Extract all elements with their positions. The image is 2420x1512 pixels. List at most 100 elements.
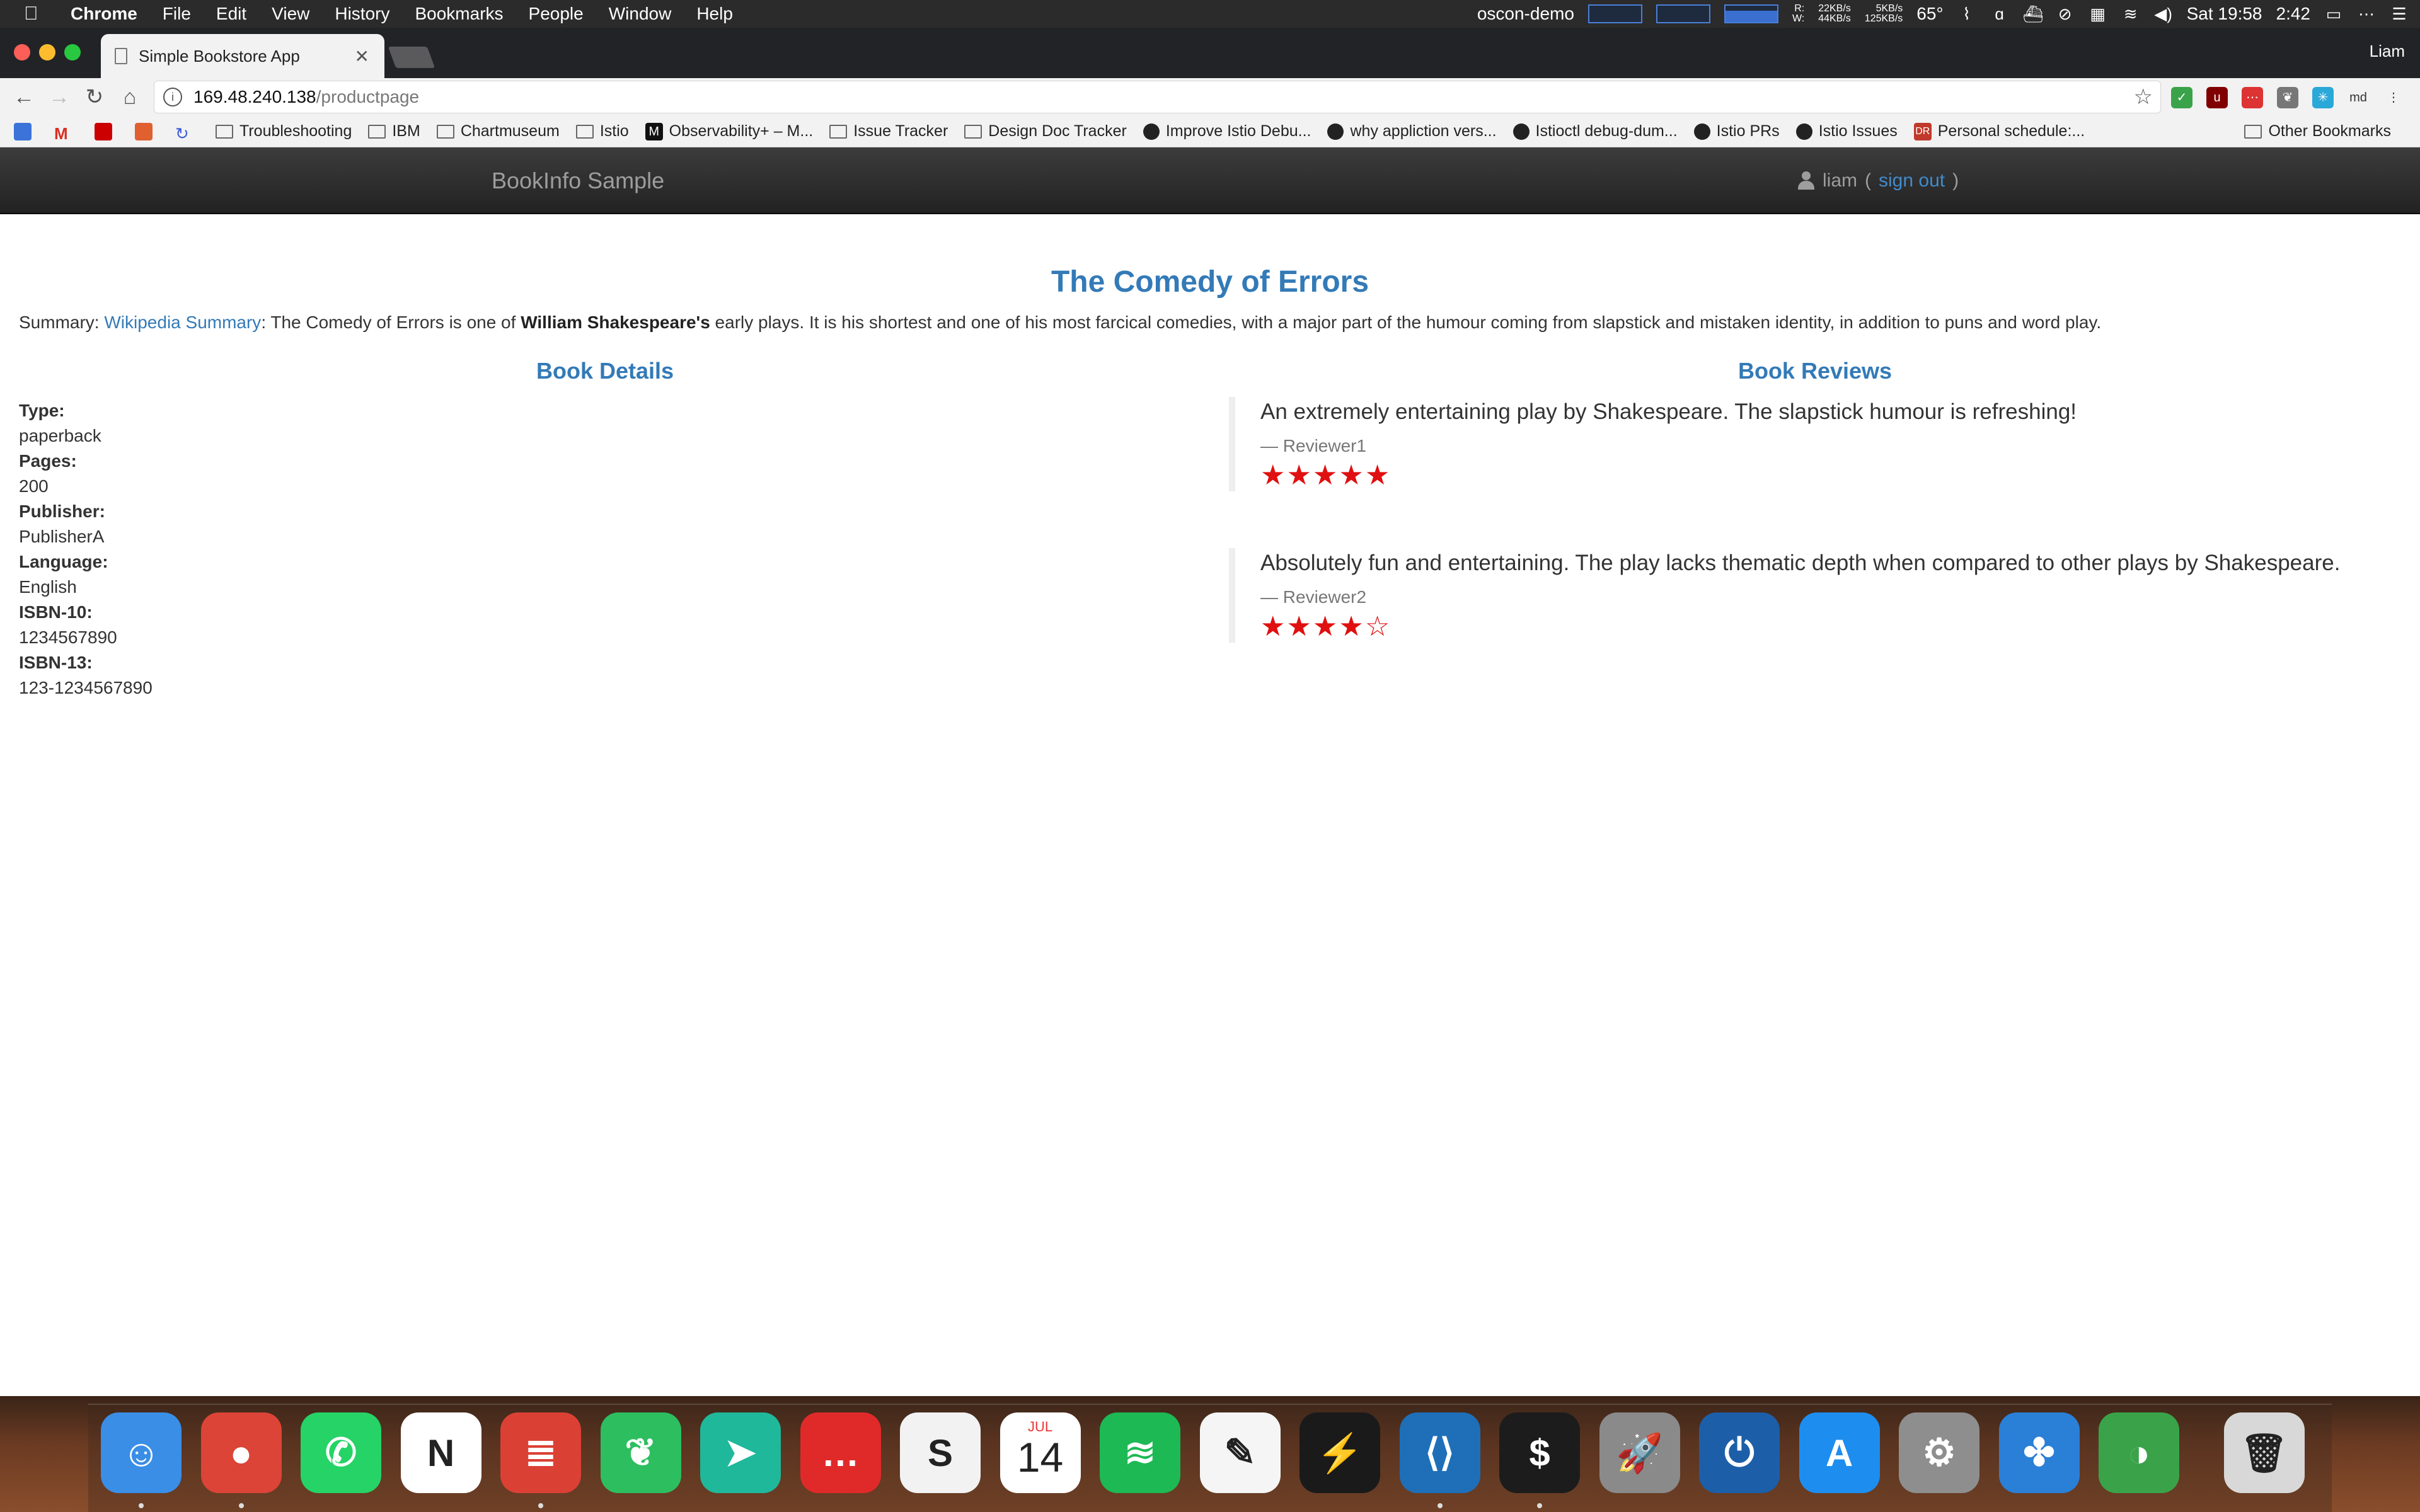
appstore-icon[interactable]: A [1799, 1412, 1880, 1493]
apple-icon[interactable]:  [24, 3, 49, 25]
wifi-icon[interactable]: ≋ [2121, 4, 2140, 24]
bookmark-chartmuseum[interactable]: Chartmuseum [436, 122, 560, 140]
running-indicator [1437, 1503, 1443, 1508]
todoist-icon[interactable]: ≣ [500, 1412, 581, 1493]
menu-file[interactable]: File [163, 4, 191, 24]
temperature[interactable]: 65° [1916, 4, 1943, 24]
evernote-icon[interactable]: ❦ [600, 1412, 681, 1493]
bookmark-redhat[interactable] [95, 122, 118, 140]
asterisk-icon[interactable]: ✳ [2312, 87, 2334, 108]
tab-title: Simple Bookstore App [139, 46, 300, 66]
bookmark-personal-schedule[interactable]: DR Personal schedule:... [1913, 122, 2085, 140]
bookmark-istio-prs[interactable]: Istio PRs [1693, 122, 1780, 140]
alfred-icon[interactable]: ɑ [1990, 4, 2009, 24]
more-menu-icon[interactable]: ⋮ [2383, 87, 2404, 108]
bookmark-why-appliction[interactable]: why appliction vers... [1327, 122, 1497, 140]
bookmark-troubleshooting[interactable]: Troubleshooting [216, 122, 352, 140]
markdown-icon[interactable]: md [2348, 87, 2369, 108]
net-rates-b[interactable]: 5KB/s 125KB/s [1865, 4, 1903, 24]
trash-icon[interactable]: 🗑 [2223, 1412, 2305, 1493]
memory-meter-icon[interactable] [1656, 4, 1710, 23]
vscode-icon[interactable]: ⟨⟩ [1399, 1412, 1480, 1493]
shield-icon[interactable]: ✓ [2171, 87, 2192, 108]
bookmark-istio-issues[interactable]: Istio Issues [1795, 122, 1898, 140]
bookmark-design-doc[interactable]: Design Doc Tracker [964, 122, 1127, 140]
home-icon[interactable]: ⌂ [112, 85, 147, 110]
zoom-window-button[interactable] [64, 44, 81, 60]
bookmark-istioctl[interactable]: Istioctl debug-dum... [1512, 122, 1678, 140]
bookmark-ibm[interactable]: IBM [368, 122, 420, 140]
siri-icon[interactable]: ⋯ [2357, 4, 2376, 24]
menu-edit[interactable]: Edit [216, 4, 246, 24]
bookmark-istio[interactable]: Istio [575, 122, 629, 140]
app-brand[interactable]: BookInfo Sample [492, 168, 664, 194]
telegram-icon[interactable]: ➤ [700, 1412, 781, 1493]
keyboard-icon[interactable]: ▦ [2089, 4, 2107, 24]
menu-app[interactable]: Chrome [71, 4, 137, 24]
new-tab-button[interactable] [388, 47, 435, 68]
tab-active[interactable]: Simple Bookstore App ✕ [101, 34, 384, 78]
github-icon [1327, 123, 1344, 140]
close-window-button[interactable] [14, 44, 30, 60]
bookmark-gmail[interactable]: M [54, 124, 78, 143]
bookmark-pencil[interactable] [135, 122, 159, 140]
other-bookmarks[interactable]: Other Bookmarks [2244, 122, 2391, 140]
menu-history[interactable]: History [335, 4, 389, 24]
bookmark-label: Istio PRs [1716, 122, 1780, 140]
battery-time[interactable]: 2:42 [2276, 4, 2311, 24]
evernote-ext-icon[interactable]: ❦ [2277, 87, 2298, 108]
vpn-icon[interactable]: ◑ [2099, 1412, 2179, 1493]
launchpad-icon[interactable]: 🚀 [1599, 1412, 1680, 1493]
site-info-icon[interactable]: i [163, 88, 182, 106]
speech-icon[interactable]: … [800, 1412, 881, 1493]
spotify-icon[interactable]: ≋ [1100, 1412, 1180, 1493]
bookmark-improve-istio[interactable]: Improve Istio Debu... [1143, 122, 1311, 140]
docker-icon[interactable]: ⛴ [2023, 4, 2044, 24]
wikipedia-summary-link[interactable]: Wikipedia Summary [104, 312, 261, 332]
address-bar[interactable]: i 169.48.240.138 /productpage ☆ [154, 81, 2161, 113]
bookmark-observability[interactable]: M Observability+ – M... [645, 122, 813, 140]
finder-icon[interactable]: ☺ [101, 1412, 182, 1493]
chrome-icon[interactable]: ● [200, 1412, 282, 1493]
menu-view[interactable]: View [272, 4, 309, 24]
settings-icon[interactable]: ⚙ [1899, 1412, 1979, 1493]
menu-window[interactable]: Window [609, 4, 672, 24]
sign-out-link[interactable]: sign out [1879, 170, 1945, 192]
bookmark-refresh[interactable]: ↻ [175, 124, 199, 143]
notification-center-icon[interactable]: ☰ [2390, 4, 2409, 24]
forward-icon[interactable]: → [42, 85, 77, 110]
minimize-window-button[interactable] [39, 44, 55, 60]
bookmark-calendar[interactable] [14, 122, 38, 140]
bookmark-issue-tracker[interactable]: Issue Tracker [829, 122, 948, 140]
battery-icon[interactable]: ▭ [2324, 4, 2343, 24]
timer-icon[interactable]: ⏻ [1699, 1412, 1780, 1493]
notion-icon[interactable]: N [400, 1412, 481, 1493]
tab-close-icon[interactable]: ✕ [355, 46, 369, 67]
menu-help[interactable]: Help [696, 4, 733, 24]
reload-icon[interactable]: ↻ [77, 84, 112, 110]
status-name[interactable]: oscon-demo [1477, 4, 1574, 24]
reeder-icon[interactable]: ⚡ [1299, 1412, 1380, 1493]
lastpass-icon[interactable]: ⋯ [2242, 87, 2263, 108]
confluence-icon[interactable]: ✤ [1998, 1412, 2080, 1493]
whatsapp-icon[interactable]: ✆ [301, 1412, 381, 1493]
ublock-icon[interactable]: u [2206, 87, 2228, 108]
bookmark-star-icon[interactable]: ☆ [2134, 84, 2153, 110]
profile-name[interactable]: Liam [2370, 42, 2405, 61]
back-icon[interactable]: ← [6, 85, 42, 110]
detail-label-pages: Pages: [19, 451, 77, 471]
calendar-icon[interactable]: JUL 14 [1000, 1412, 1081, 1493]
net-rates-a[interactable]: 22KB/s 44KB/s [1818, 4, 1851, 24]
bookmark-label: Chartmuseum [460, 122, 560, 140]
cpu-meter-icon[interactable] [1587, 4, 1642, 23]
notes-icon[interactable]: ✎ [1199, 1412, 1281, 1493]
sync-icon[interactable]: ⊘ [2056, 4, 2075, 24]
paperclip-icon[interactable]: ⌇ [1957, 4, 1976, 24]
clock[interactable]: Sat 19:58 [2187, 4, 2262, 24]
disk-meter-icon[interactable] [1724, 4, 1778, 23]
menu-bookmarks[interactable]: Bookmarks [415, 4, 503, 24]
volume-icon[interactable]: ◀) [2154, 4, 2173, 24]
menu-people[interactable]: People [529, 4, 584, 24]
slack-icon[interactable]: S [900, 1412, 981, 1493]
terminal-icon[interactable]: $ [1499, 1412, 1580, 1493]
